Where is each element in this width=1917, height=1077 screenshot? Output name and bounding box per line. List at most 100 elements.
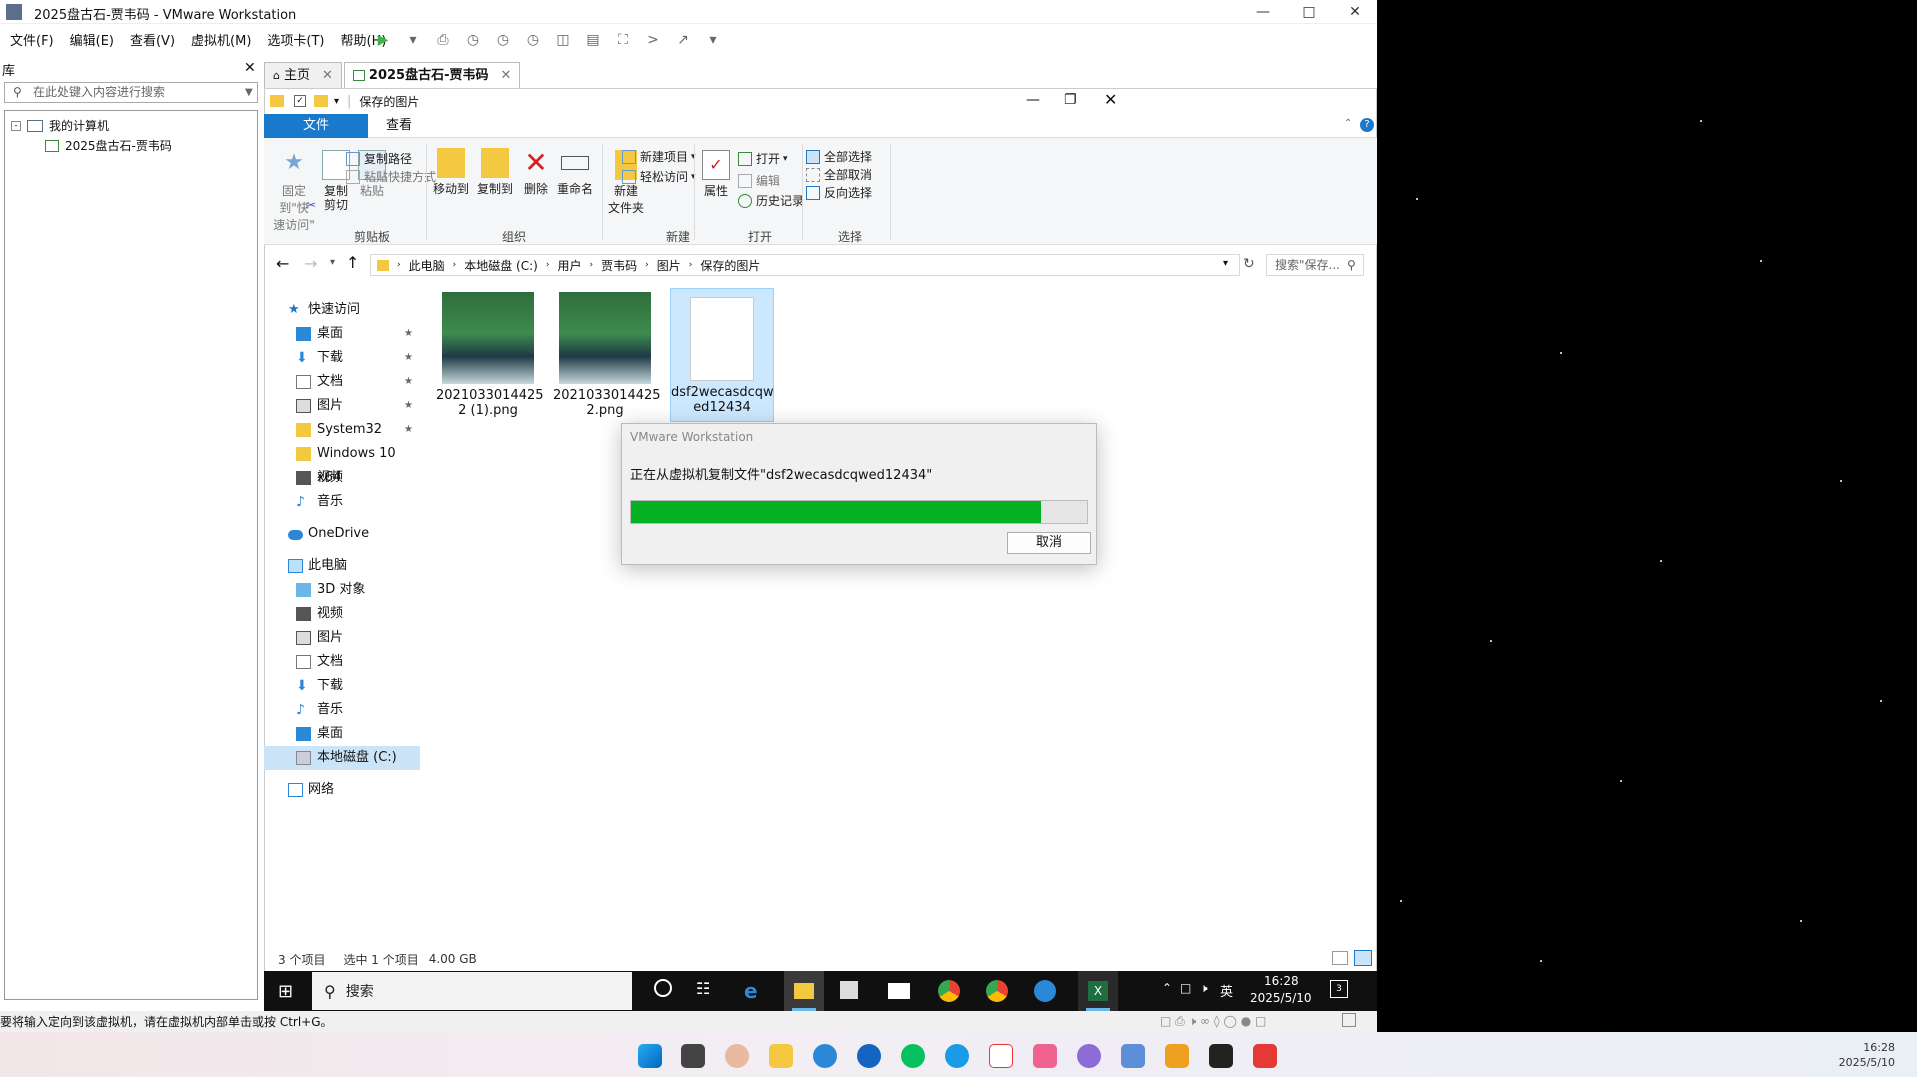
host-app-icon[interactable]	[1077, 1044, 1101, 1068]
host-app-icon[interactable]	[1253, 1044, 1277, 1068]
device-icons[interactable]: □ ⎙ 🕨 ∞ ◊ ◯ ● □	[1160, 1014, 1266, 1029]
nav-item-downloads[interactable]: ⬇ 下载 ★	[264, 346, 420, 370]
menu-file[interactable]: 文件(F)	[10, 30, 54, 49]
app-icon[interactable]	[1034, 980, 1056, 1002]
minimize-button[interactable]: —	[1240, 0, 1286, 24]
host-edge-icon[interactable]	[945, 1044, 969, 1068]
file-item[interactable]: 2021033014425 2 (1).png	[436, 292, 544, 418]
nav-item-pc-desktop[interactable]: 桌面	[264, 722, 420, 746]
address-box[interactable]: › 此电脑 › 本地磁盘 (C:) › 用户 › 贾韦码 › 图片 › 保存的图…	[370, 254, 1240, 276]
ribbon-tab-view[interactable]: 查看	[372, 114, 426, 138]
nav-item-3d-objects[interactable]: 3D 对象	[264, 578, 420, 602]
thumbnail-bar-icon[interactable]: ▤	[580, 29, 606, 51]
forward-arrow-icon[interactable]: →	[304, 254, 317, 273]
chrome-icon[interactable]	[986, 980, 1008, 1002]
tab-vm[interactable]: 2025盘古石-贾韦码 ✕	[343, 62, 521, 88]
nav-item-windows10[interactable]: Windows 10 x64	[264, 442, 420, 485]
host-app-icon[interactable]	[813, 1044, 837, 1068]
up-arrow-icon[interactable]: ↑	[346, 253, 359, 272]
nav-item-onedrive[interactable]: OneDrive	[264, 522, 420, 546]
pin-quick-access-button[interactable]: ★ 固定到"快 速访问"	[268, 150, 320, 233]
tab-close-icon[interactable]: ✕	[322, 64, 333, 88]
host-start-icon[interactable]	[638, 1044, 662, 1068]
console-view-icon[interactable]: >	[640, 29, 666, 51]
nav-item-desktop[interactable]: 桌面 ★	[264, 322, 420, 346]
details-view-icon[interactable]	[1332, 951, 1348, 965]
nav-item-pictures[interactable]: 图片 ★	[264, 394, 420, 418]
close-button[interactable]: ✕	[1332, 0, 1378, 24]
library-toggle-icon[interactable]: ◫	[550, 29, 576, 51]
explorer-maximize-button[interactable]: ❐	[1064, 92, 1077, 108]
tree-node-vm[interactable]: 2025盘古石-贾韦码	[45, 137, 172, 154]
nav-item-system32[interactable]: System32 ★	[264, 418, 420, 442]
select-all-button[interactable]: 全部选择	[806, 148, 872, 165]
breadcrumb-item[interactable]: 此电脑	[409, 257, 445, 274]
rename-button[interactable]: 重命名	[554, 148, 596, 197]
nav-item-local-disk[interactable]: 本地磁盘 (C:)	[264, 746, 420, 770]
back-arrow-icon[interactable]: ←	[276, 254, 289, 273]
revert-snapshot-icon[interactable]: ◷	[490, 29, 516, 51]
explorer-minimize-button[interactable]: —	[1026, 92, 1040, 108]
tray-expand-icon[interactable]: ⌃	[1162, 981, 1172, 995]
large-icons-view-icon[interactable]	[1354, 950, 1372, 966]
snapshot-icon[interactable]: ◷	[460, 29, 486, 51]
help-icon[interactable]: ?	[1360, 118, 1374, 132]
tab-close-icon[interactable]: ✕	[500, 64, 511, 88]
host-vmware-icon[interactable]	[1165, 1044, 1189, 1068]
pin-icon[interactable]: ★	[404, 394, 413, 418]
move-to-button[interactable]: 移动到	[430, 148, 472, 197]
breadcrumb-item[interactable]: 本地磁盘 (C:)	[464, 257, 538, 274]
power-on-icon[interactable]: ▶	[370, 29, 396, 51]
full-screen-icon[interactable]: ⛶	[610, 29, 636, 51]
edit-button[interactable]: 编辑	[738, 172, 780, 189]
cancel-button[interactable]: 取消	[1007, 532, 1091, 554]
pin-icon[interactable]: ★	[404, 346, 413, 370]
tree-node-my-computer[interactable]: - 我的计算机	[11, 117, 109, 134]
library-close-icon[interactable]: ✕	[244, 60, 256, 76]
notification-icon[interactable]: 3	[1330, 980, 1348, 998]
host-task-view-icon[interactable]	[681, 1044, 705, 1068]
nav-item-music[interactable]: ♪ 音乐	[264, 490, 420, 514]
host-wechat-icon[interactable]	[901, 1044, 925, 1068]
library-search-input[interactable]: ⚲ 在此处键入内容进行搜索 ▼	[4, 82, 258, 103]
task-view-icon[interactable]: ☷	[696, 979, 710, 998]
invert-selection-button[interactable]: 反向选择	[806, 184, 872, 201]
pin-icon[interactable]: ★	[404, 370, 413, 394]
maximize-button[interactable]: □	[1286, 0, 1332, 24]
host-y-icon[interactable]	[989, 1044, 1013, 1068]
breadcrumb-item[interactable]: 贾韦码	[601, 257, 637, 274]
new-folder-quick-icon[interactable]	[314, 95, 328, 107]
nav-item-pc-videos[interactable]: 视频	[264, 602, 420, 626]
copy-to-button[interactable]: 复制到	[474, 148, 516, 197]
explorer-search-input[interactable]: 搜索"保存... ⚲	[1266, 254, 1364, 276]
send-keys-icon[interactable]: ⎙	[430, 29, 456, 51]
stretch-icon[interactable]: ↗	[670, 29, 696, 51]
paste-shortcut-button[interactable]: 粘贴快捷方式	[346, 168, 436, 185]
stretch-dropdown-icon[interactable]: ▾	[700, 29, 726, 51]
mail-icon[interactable]	[888, 983, 910, 999]
address-dropdown-icon[interactable]: ▾	[1223, 258, 1228, 269]
new-item-button[interactable]: 新建项目 ▾	[622, 148, 696, 165]
copy-path-button[interactable]: 复制路径	[346, 150, 412, 167]
guest-search-box[interactable]: ⚲ 搜索	[312, 972, 632, 1010]
cut-button[interactable]: ✂ 剪切	[306, 196, 348, 213]
recent-locations-icon[interactable]: ▾	[330, 257, 335, 268]
nav-item-pc-downloads[interactable]: ⬇ 下载	[264, 674, 420, 698]
explorer-close-button[interactable]: ✕	[1104, 90, 1117, 109]
nav-item-quick-access[interactable]: ★ 快速访问	[264, 298, 420, 322]
properties-button[interactable]: ✓ 属性	[698, 150, 734, 199]
snapshot-manager-icon[interactable]: ◷	[520, 29, 546, 51]
file-item[interactable]: 2021033014425 2.png	[553, 292, 661, 418]
message-icon[interactable]	[1342, 1013, 1356, 1027]
nav-item-documents[interactable]: 文档 ★	[264, 370, 420, 394]
input-language[interactable]: 英	[1220, 981, 1233, 1000]
history-button[interactable]: 历史记录	[738, 192, 804, 209]
nav-item-videos[interactable]: 视频	[264, 466, 420, 490]
menu-tabs[interactable]: 选项卡(T)	[267, 30, 324, 49]
refresh-icon[interactable]: ↻	[1243, 256, 1255, 272]
pin-icon[interactable]: ★	[404, 322, 413, 346]
nav-item-pc-music[interactable]: ♪ 音乐	[264, 698, 420, 722]
breadcrumb-item[interactable]: 保存的图片	[700, 257, 760, 274]
quick-access-dropdown-icon[interactable]: ▾	[334, 96, 339, 107]
nav-item-pc-documents[interactable]: 文档	[264, 650, 420, 674]
